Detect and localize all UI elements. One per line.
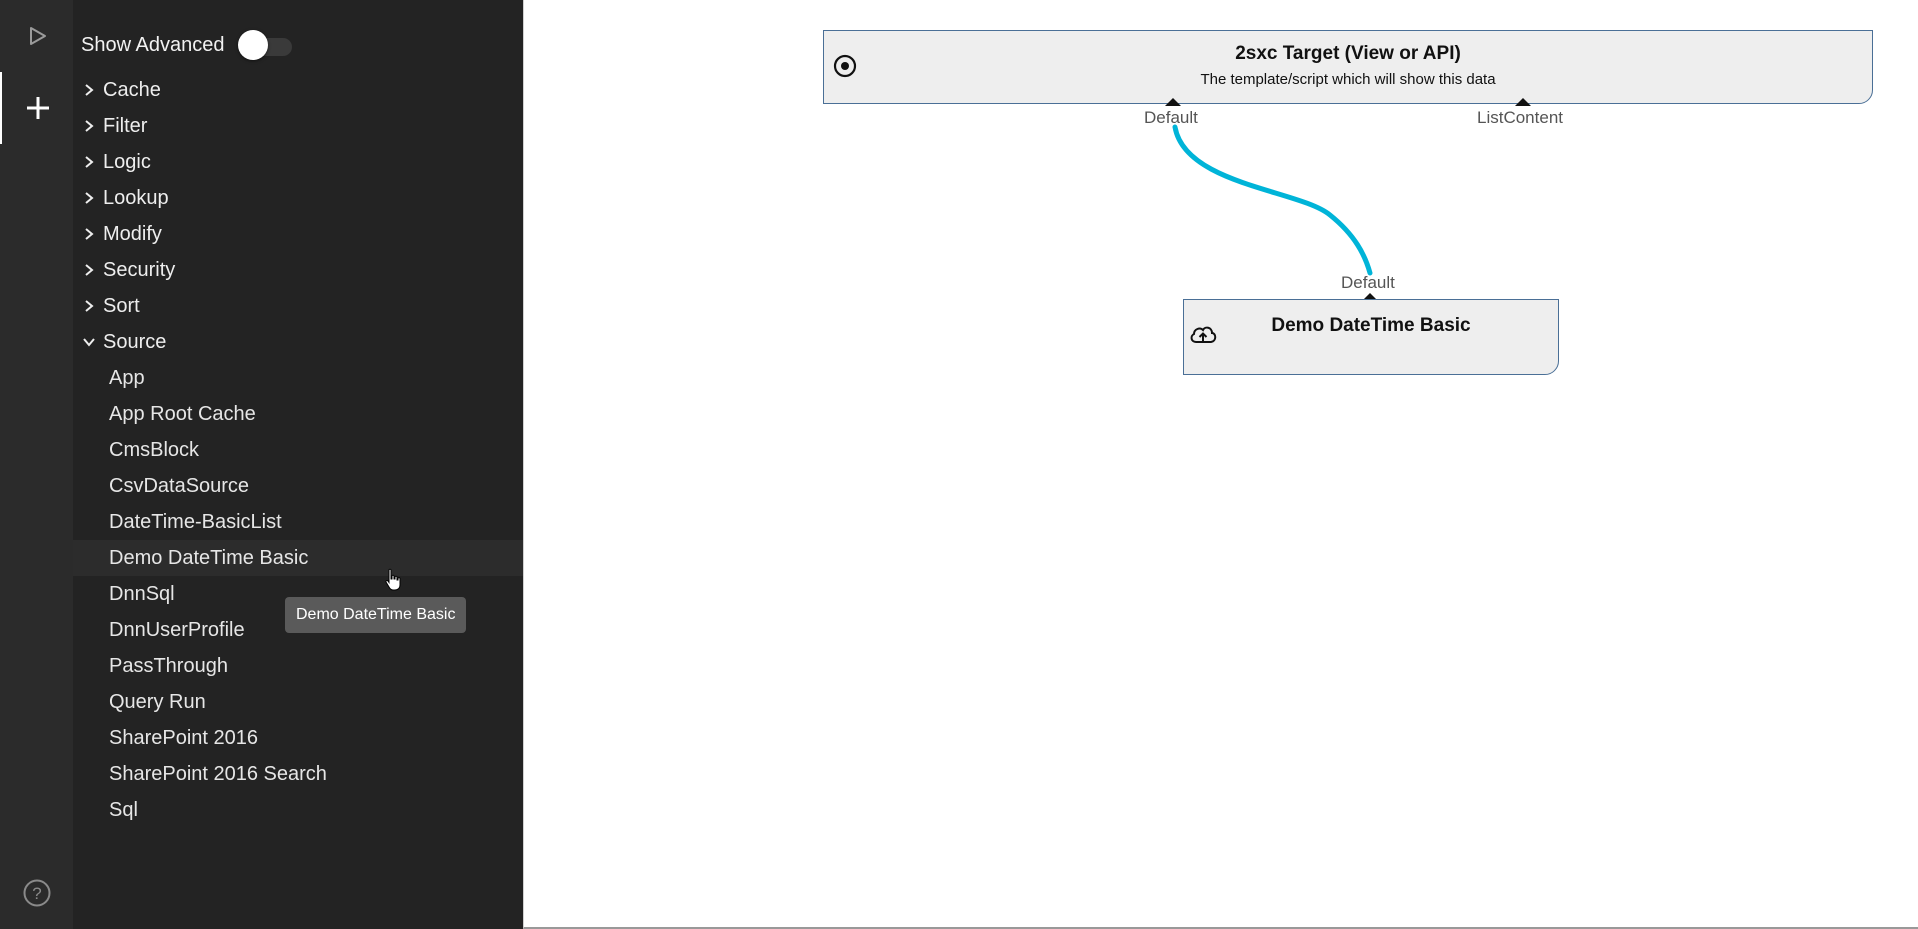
chevron-right-icon — [75, 83, 103, 97]
category-sort[interactable]: Sort — [73, 288, 523, 324]
show-advanced-toggle[interactable] — [238, 30, 294, 60]
source-node-demo-datetime-basic[interactable]: Demo DateTime Basic — [1183, 299, 1559, 375]
source-item-sharepoint-2016-search[interactable]: SharePoint 2016 Search — [73, 756, 523, 792]
show-advanced-row: Show Advanced — [81, 28, 294, 62]
run-query-button[interactable] — [0, 0, 73, 72]
help-icon: ? — [23, 879, 50, 907]
category-source[interactable]: Source — [73, 324, 523, 360]
show-advanced-label: Show Advanced — [81, 33, 225, 56]
plus-icon — [26, 97, 49, 119]
category-modify[interactable]: Modify — [73, 216, 523, 252]
source-item-app[interactable]: App — [73, 360, 523, 396]
chevron-right-icon — [75, 191, 103, 205]
target-port-default-anchor[interactable] — [1165, 98, 1181, 106]
source-item-sharepoint-2016[interactable]: SharePoint 2016 — [73, 720, 523, 756]
target-port-listcontent-label: ListContent — [1477, 108, 1563, 127]
target-port-listcontent-anchor[interactable] — [1515, 98, 1531, 106]
source-node-title: Demo DateTime Basic — [1271, 315, 1471, 336]
category-logic[interactable]: Logic — [73, 144, 523, 180]
category-label: Source — [103, 330, 167, 353]
category-label: Sort — [103, 294, 140, 317]
play-icon — [29, 27, 46, 45]
target-node-description: The template/script which will show this… — [1200, 71, 1496, 88]
source-item-demo-datetime-basic[interactable]: Demo DateTime Basic — [73, 540, 523, 576]
target-node-title: 2sxc Target (View or API) — [1235, 43, 1461, 64]
add-data-source-button[interactable] — [0, 72, 73, 144]
source-item-query-run[interactable]: Query Run — [73, 684, 523, 720]
chevron-right-icon — [75, 227, 103, 241]
target-node[interactable]: 2sxc Target (View or API) The template/s… — [823, 30, 1873, 104]
category-label: Lookup — [103, 186, 169, 209]
tooltip: Demo DateTime Basic — [285, 597, 467, 633]
category-label: Filter — [103, 114, 148, 137]
source-item-passthrough[interactable]: PassThrough — [73, 648, 523, 684]
category-filter[interactable]: Filter — [73, 108, 523, 144]
source-item-sql[interactable]: Sql — [73, 792, 523, 828]
source-port-default-label: Default — [1341, 273, 1395, 292]
query-designer-canvas[interactable] — [523, 0, 1918, 929]
help-button[interactable]: ? — [0, 857, 73, 929]
source-item-csvdatasource[interactable]: CsvDataSource — [73, 468, 523, 504]
category-label: Security — [103, 258, 176, 281]
category-label: Modify — [103, 222, 162, 245]
chevron-right-icon — [75, 155, 103, 169]
mouse-cursor-icon — [385, 568, 401, 591]
target-port-default-label: Default — [1144, 108, 1198, 127]
category-label: Cache — [103, 78, 161, 101]
category-security[interactable]: Security — [73, 252, 523, 288]
category-lookup[interactable]: Lookup — [73, 180, 523, 216]
chevron-down-icon — [75, 336, 103, 348]
chevron-right-icon — [75, 119, 103, 133]
chevron-right-icon — [75, 299, 103, 313]
source-item-app-root-cache[interactable]: App Root Cache — [73, 396, 523, 432]
category-label: Logic — [103, 150, 151, 173]
data-source-sidebar: Show Advanced Cache Filter Logic Lookup … — [73, 0, 523, 929]
category-cache[interactable]: Cache — [73, 72, 523, 108]
source-item-cmsblock[interactable]: CmsBlock — [73, 432, 523, 468]
chevron-right-icon — [75, 263, 103, 277]
svg-text:?: ? — [32, 884, 41, 903]
icon-rail: ? — [0, 0, 73, 929]
source-item-datetime-basiclist[interactable]: DateTime-BasicList — [73, 504, 523, 540]
